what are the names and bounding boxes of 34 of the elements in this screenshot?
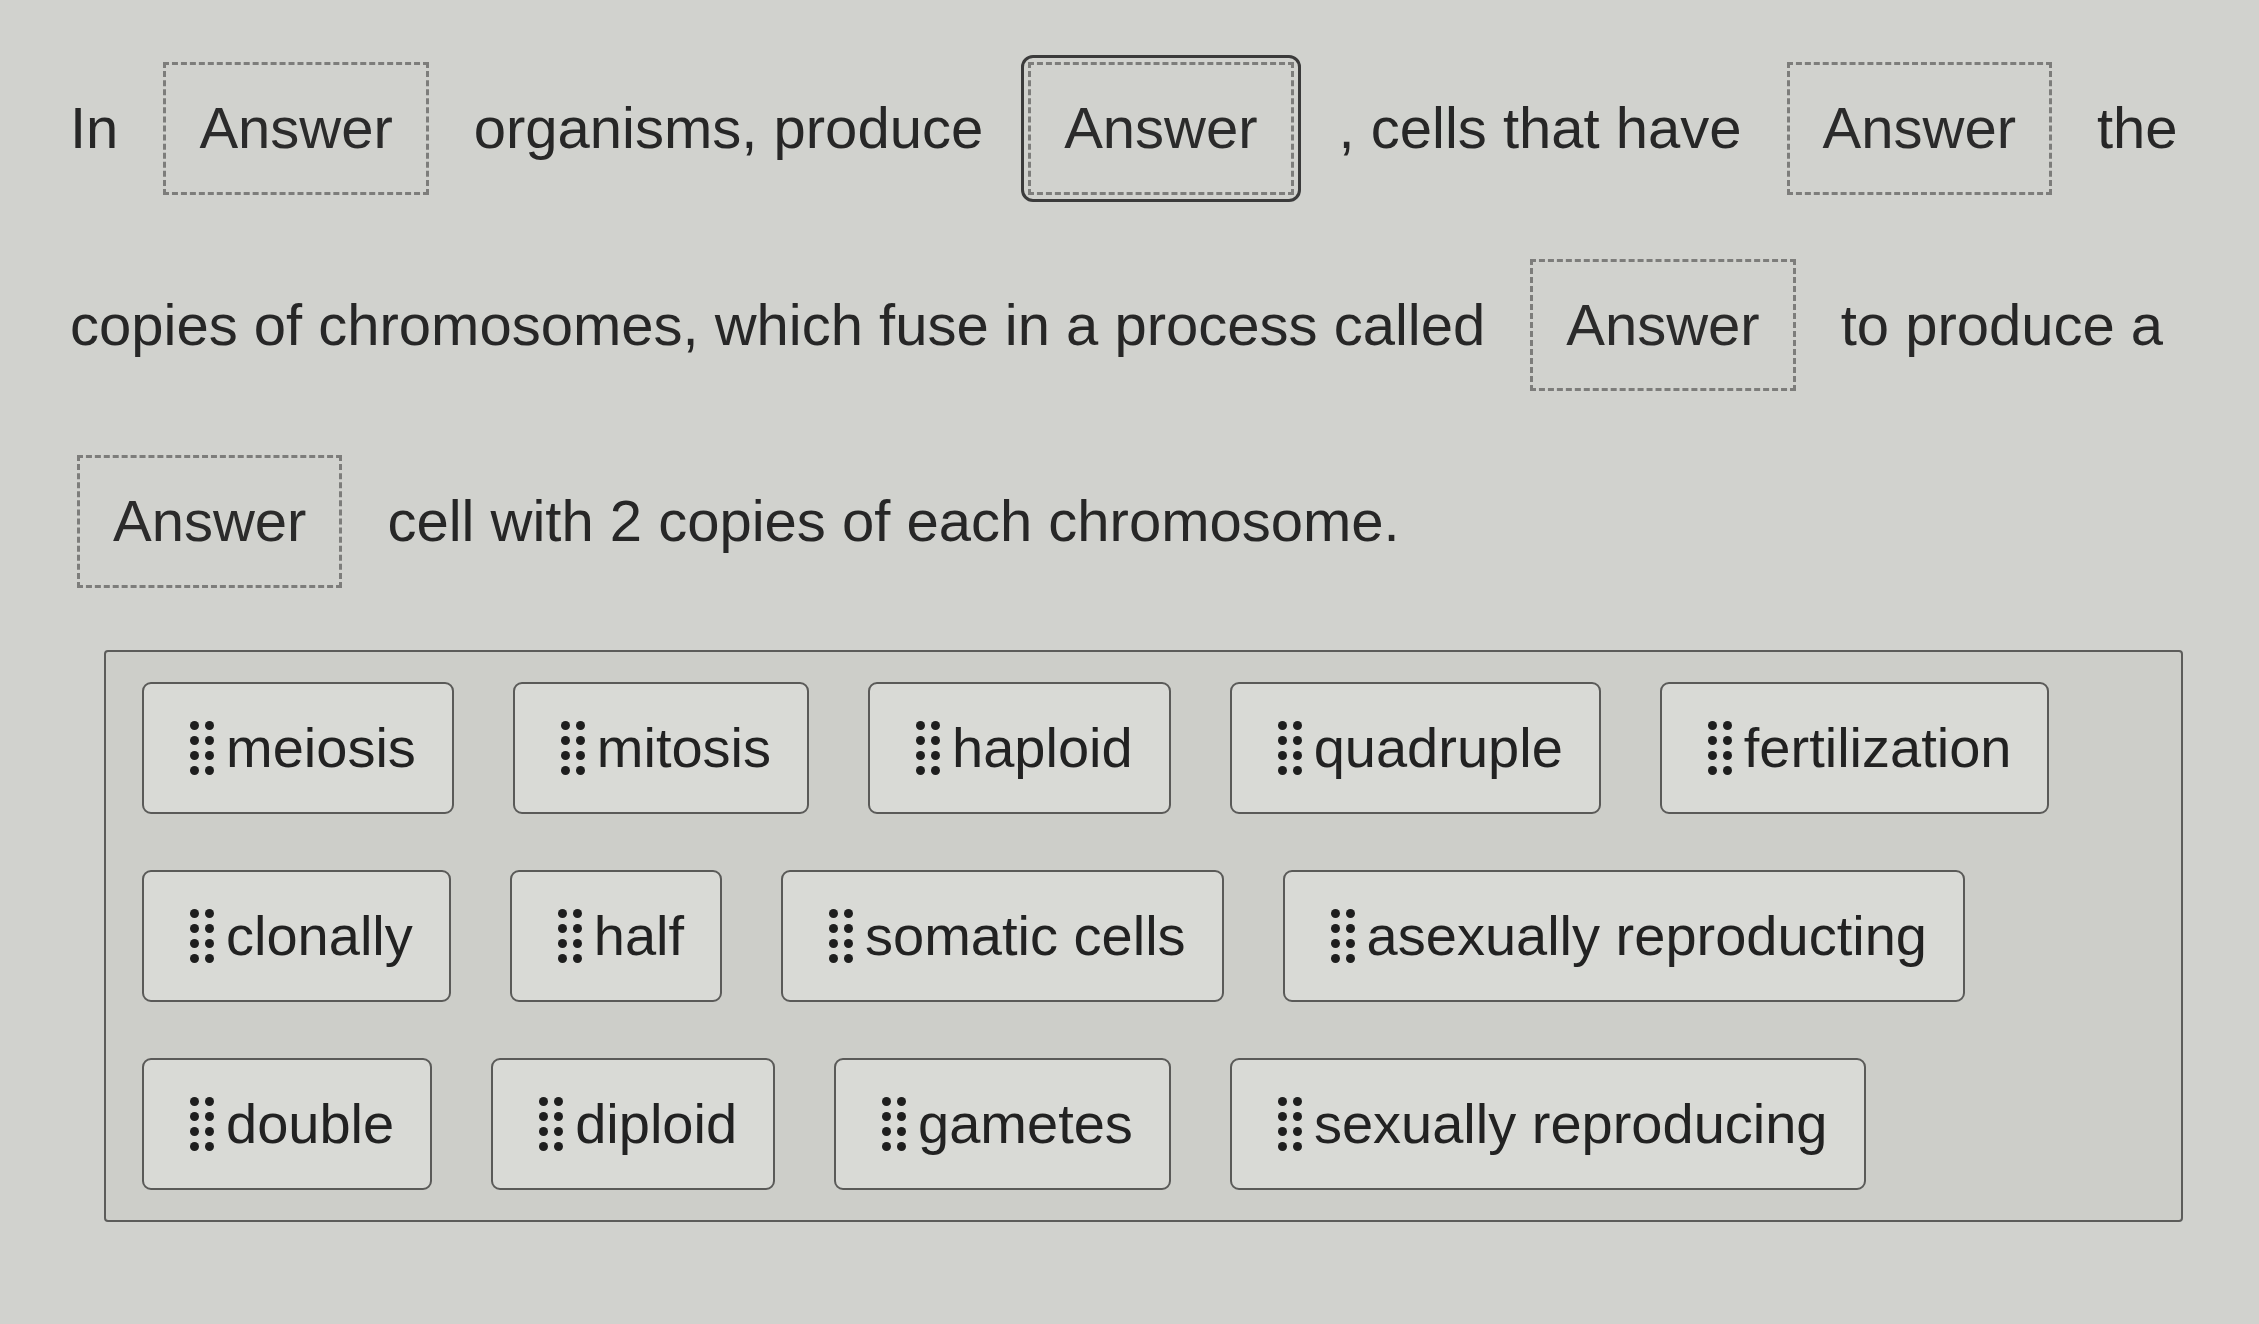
question-text: the <box>2096 95 2178 162</box>
draggable-option[interactable]: somatic cells <box>781 870 1224 1003</box>
draggable-option[interactable]: mitosis <box>512 682 810 815</box>
draggable-option[interactable]: double <box>142 1058 433 1191</box>
question-text: In <box>70 95 119 162</box>
grip-dots-icon <box>829 909 854 964</box>
grip-dots-icon <box>1277 721 1302 776</box>
draggable-option[interactable]: asexually reproducting <box>1282 870 1965 1003</box>
grip-dots-icon <box>190 721 214 776</box>
draggable-option[interactable]: haploid <box>868 682 1171 815</box>
grip-dots-icon <box>557 909 582 964</box>
question-text: to produce a <box>1840 291 2164 359</box>
grip-dots-icon <box>1707 721 1732 776</box>
grip-dots-icon <box>190 1097 214 1152</box>
draggable-option[interactable]: half <box>509 870 723 1003</box>
question-text: copies of chromosomes, which fuse in a process called <box>70 291 1486 359</box>
draggable-option[interactable]: diploid <box>491 1058 776 1191</box>
draggable-option[interactable]: meiosis <box>142 682 454 815</box>
question-text: , cells that have <box>1338 95 1742 162</box>
question-text: cell with 2 copies of each chromosome. <box>387 488 1400 556</box>
grip-dots-icon <box>190 909 214 964</box>
draggable-option[interactable]: gametes <box>834 1058 1171 1191</box>
answer-drop-box[interactable]: Answer <box>1021 55 1301 202</box>
draggable-option[interactable]: quadruple <box>1229 682 1601 815</box>
draggable-option[interactable]: fertilization <box>1659 682 2050 815</box>
question-text: organisms, produce <box>473 95 984 162</box>
draggable-option[interactable]: clonally <box>142 870 451 1003</box>
grip-dots-icon <box>916 721 941 776</box>
grip-dots-icon <box>1277 1097 1302 1152</box>
grip-dots-icon <box>1330 909 1355 964</box>
grip-dots-icon <box>882 1097 907 1152</box>
grip-dots-icon <box>560 721 585 776</box>
draggable-option[interactable]: sexually reproducing <box>1229 1058 1866 1191</box>
grip-dots-icon <box>539 1097 564 1152</box>
